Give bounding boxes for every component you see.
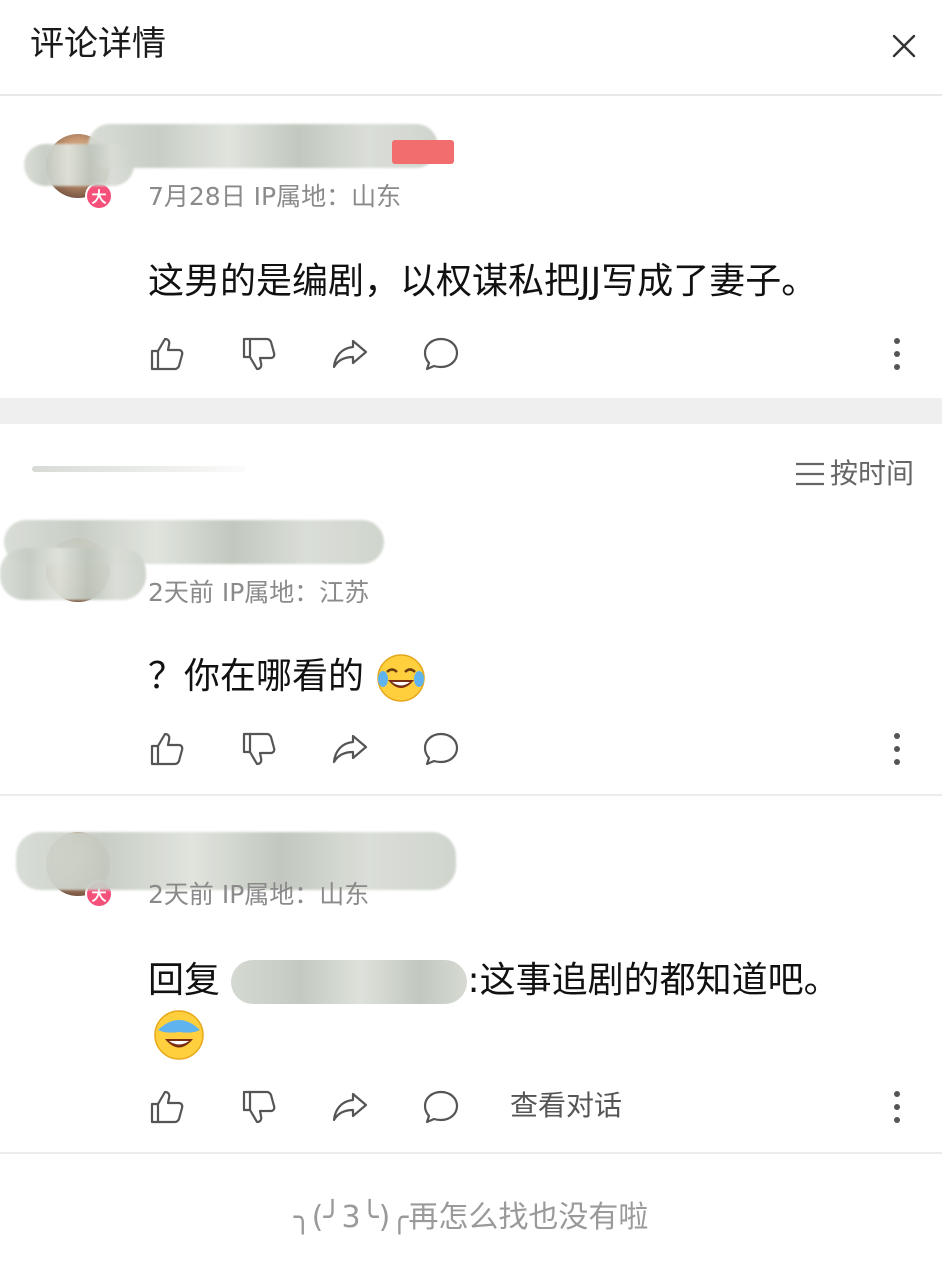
- section-gap: [0, 398, 942, 424]
- username-redacted[interactable]: [88, 124, 438, 168]
- main-comment: 大 7月28日 IP属地：山东 这男的是编剧，以权谋私把JJ写成了妻子。: [0, 98, 942, 398]
- more-icon[interactable]: [893, 337, 901, 371]
- share-icon[interactable]: [331, 335, 369, 373]
- share-button[interactable]: [327, 726, 373, 772]
- close-icon[interactable]: [891, 33, 917, 59]
- laughing-emoji-icon: [377, 654, 426, 702]
- header: 评论详情: [0, 0, 942, 96]
- reply-item: 大 2天前 IP属地：山东 回复 :这事追剧的都知道吧。 查看对话: [0, 796, 942, 1152]
- comment-icon[interactable]: [422, 730, 460, 768]
- more-button[interactable]: [882, 1084, 912, 1130]
- more-button[interactable]: [882, 331, 912, 377]
- sort-label: 按时间: [829, 457, 914, 490]
- dislike-icon[interactable]: [240, 335, 278, 373]
- like-button[interactable]: [144, 1084, 190, 1130]
- more-icon[interactable]: [893, 1090, 901, 1124]
- end-of-list-text: ╮(╯3╰)╭再怎么找也没有啦: [293, 1200, 649, 1235]
- share-icon[interactable]: [331, 730, 369, 768]
- comment-icon[interactable]: [422, 335, 460, 373]
- comment-meta: 7月28日 IP属地：山东: [148, 182, 402, 211]
- reply-button[interactable]: [418, 726, 464, 772]
- dislike-icon[interactable]: [240, 730, 278, 768]
- comment-text: ？你在哪看的: [148, 656, 365, 697]
- username-redacted-overlay: [0, 548, 146, 600]
- reply-count-redacted: [32, 466, 246, 472]
- like-icon[interactable]: [148, 730, 186, 768]
- like-button[interactable]: [144, 331, 190, 377]
- comment-text-row: ？你在哪看的: [148, 650, 908, 704]
- comment-text: :这事追剧的都知道吧。: [467, 960, 840, 1001]
- reply-button[interactable]: [418, 331, 464, 377]
- share-icon[interactable]: [331, 1088, 369, 1126]
- like-icon[interactable]: [148, 335, 186, 373]
- page-title: 评论详情: [30, 24, 166, 64]
- covering-face-emoji-icon: [154, 1010, 204, 1060]
- comment-icon[interactable]: [422, 1088, 460, 1126]
- vip-tag: [392, 140, 454, 164]
- like-icon[interactable]: [148, 1088, 186, 1126]
- more-icon[interactable]: [893, 732, 901, 766]
- dislike-button[interactable]: [236, 331, 282, 377]
- action-bar: 查看对话: [0, 1084, 942, 1134]
- comment-text: 这男的是编剧，以权谋私把JJ写成了妻子。: [148, 261, 818, 302]
- dislike-button[interactable]: [236, 1084, 282, 1130]
- reply-item: 2天前 IP属地：江苏 ？你在哪看的: [0, 508, 942, 792]
- comment-meta: 2天前 IP属地：江苏: [148, 578, 370, 607]
- view-conversation-link[interactable]: 查看对话: [510, 1086, 622, 1126]
- sort-toggle[interactable]: 按时间: [794, 454, 914, 494]
- level-badge: 大: [85, 182, 113, 210]
- comment-text-row: 回复 :这事追剧的都知道吧。: [148, 954, 908, 1008]
- divider: [0, 1152, 942, 1154]
- dislike-icon[interactable]: [240, 1088, 278, 1126]
- dislike-button[interactable]: [236, 726, 282, 772]
- share-button[interactable]: [327, 1084, 373, 1130]
- like-button[interactable]: [144, 726, 190, 772]
- username-redacted-overlay: [24, 144, 134, 186]
- close-button[interactable]: [882, 24, 926, 68]
- reply-prefix: 回复: [148, 960, 232, 1001]
- action-bar: [0, 726, 942, 776]
- action-bar: [0, 331, 942, 381]
- reply-button[interactable]: [418, 1084, 464, 1130]
- mention-redacted[interactable]: [231, 960, 468, 1004]
- comment-meta: 2天前 IP属地：山东: [148, 880, 370, 909]
- share-button[interactable]: [327, 331, 373, 377]
- sort-icon[interactable]: [794, 461, 826, 487]
- more-button[interactable]: [882, 726, 912, 772]
